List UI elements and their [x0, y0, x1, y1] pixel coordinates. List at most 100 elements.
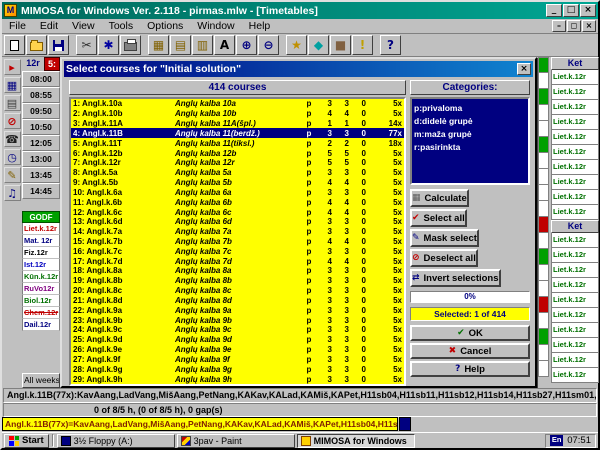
lesson-cell[interactable]: Liet.k.12r [551, 190, 599, 205]
course-row[interactable]: 8: Angl.k.5aAnglų kalba 5ap3305x [71, 168, 404, 178]
timetable-day-cell[interactable] [538, 57, 549, 73]
subject-item[interactable]: Dail.12r [22, 319, 60, 331]
menu-item-view[interactable]: View [65, 20, 102, 32]
grid-icon[interactable]: ▦ [4, 77, 21, 93]
lesson-cell[interactable]: Liet.k.12r [551, 293, 599, 308]
lesson-cell[interactable]: Liet.k.12r [551, 278, 599, 293]
mdi-restore-button[interactable]: ◻ [567, 20, 581, 32]
taskbar-task[interactable]: 3½ Floppy (A:) [57, 434, 175, 448]
course-row[interactable]: 18: Angl.k.8aAnglų kalba 8ap3305x [71, 266, 404, 276]
course-row[interactable]: 21: Angl.k.8dAnglų kalba 8dp3305x [71, 296, 404, 306]
course-row[interactable]: 5: Angl.k.11TAnglų kalba 11(tiksl.)p2201… [71, 138, 404, 148]
course-row[interactable]: 22: Angl.k.9aAnglų kalba 9ap3305x [71, 305, 404, 315]
lesson-cell[interactable]: Liet.k.12r [551, 160, 599, 175]
lesson-cell[interactable]: Liet.k.12r [551, 323, 599, 338]
lesson-cell[interactable]: Liet.k.12r [551, 205, 599, 220]
course-row[interactable]: 6: Angl.k.12bAnglų kalba 12bp5505x [71, 148, 404, 158]
timetable-day-cell[interactable] [538, 89, 549, 105]
time-slot[interactable]: 10:50 [22, 119, 60, 135]
time-slot[interactable]: 09:50 [22, 103, 60, 119]
taskbar-task[interactable]: MIMOSA for Windows [297, 434, 415, 448]
lock-button[interactable]: ■ [330, 35, 351, 55]
timetable-day-cell[interactable] [538, 265, 549, 281]
course-row[interactable]: 11: Angl.k.6bAnglų kalba 6bp4405x [71, 197, 404, 207]
lesson-cell[interactable]: Liet.k.12r [551, 233, 599, 248]
courses-view-button[interactable]: ▤ [170, 35, 191, 55]
course-row[interactable]: 1: Angl.k.10aAnglų kalba 10ap3305x [71, 99, 404, 109]
help-button[interactable]: ?Help [410, 361, 530, 377]
course-row[interactable]: 25: Angl.k.9dAnglų kalba 9dp3305x [71, 335, 404, 345]
course-row[interactable]: 20: Angl.k.8cAnglų kalba 8cp3305x [71, 286, 404, 296]
subject-item[interactable]: Kūn.k.12r [22, 271, 60, 283]
clock-icon[interactable]: ◷ [4, 149, 21, 165]
time-slot[interactable]: 12:05 [22, 135, 60, 151]
timetable-day-cell[interactable] [538, 249, 549, 265]
menu-item-edit[interactable]: Edit [33, 20, 65, 32]
ok-button[interactable]: ✔OK [410, 325, 530, 341]
font-button[interactable]: A [214, 35, 235, 55]
pencil-icon[interactable]: ✎ [4, 167, 21, 183]
subject-item[interactable]: Ist.12r [22, 259, 60, 271]
course-row[interactable]: 12: Angl.k.6cAnglų kalba 6cp4405x [71, 207, 404, 217]
menu-item-options[interactable]: Options [140, 20, 190, 32]
app-icon[interactable]: M [4, 4, 17, 17]
course-row[interactable]: 7: Angl.k.12rAnglų kalba 12rp5505x [71, 158, 404, 168]
course-row[interactable]: 14: Angl.k.7aAnglų kalba 7ap3305x [71, 227, 404, 237]
taskbar-task[interactable]: 3pav - Paint [177, 434, 295, 448]
time-slot[interactable]: 08:00 [22, 71, 60, 87]
lesson-cell[interactable]: Liet.k.12r [551, 115, 599, 130]
time-slot[interactable]: 14:45 [22, 183, 60, 199]
lesson-cell[interactable]: Liet.k.12r [551, 85, 599, 100]
timetable-day-cell[interactable] [538, 313, 549, 329]
zoom-in-button[interactable]: ⊕ [236, 35, 257, 55]
menu-item-help[interactable]: Help [242, 20, 278, 32]
timetable-day-cell[interactable] [538, 217, 549, 233]
subject-item[interactable]: Mat. 12r [22, 235, 60, 247]
invert-selections-button[interactable]: ⇄Invert selections [410, 269, 501, 287]
lesson-cell[interactable]: Liet.k.12r [551, 263, 599, 278]
select-all-button[interactable]: ✔Select all [410, 209, 467, 227]
menu-item-tools[interactable]: Tools [102, 20, 141, 32]
music-icon[interactable]: ♫ [4, 185, 21, 201]
dialog-close-icon[interactable]: × [517, 63, 531, 75]
lesson-cell[interactable]: Liet.k.12r [551, 308, 599, 323]
subject-item[interactable]: Liet.k.12r [22, 223, 60, 235]
lesson-cell[interactable]: Liet.k.12r [551, 338, 599, 353]
timetable-day-cell[interactable] [538, 105, 549, 121]
save-button[interactable] [48, 35, 69, 55]
course-row[interactable]: 4: Angl.k.11BAnglų kalba 11(berdž.)p3307… [71, 128, 404, 138]
time-slot[interactable]: 13:45 [22, 167, 60, 183]
menu-item-file[interactable]: File [2, 20, 33, 32]
lesson-cell[interactable]: Liet.k.12r [551, 175, 599, 190]
help-button[interactable]: ? [380, 35, 401, 55]
optimize-button[interactable]: ★ [286, 35, 307, 55]
timetable-day-cell[interactable] [538, 153, 549, 169]
course-row[interactable]: 10: Angl.k.6aAnglų kalba 6ap3305x [71, 187, 404, 197]
subject-item[interactable]: Biol.12r [22, 295, 60, 307]
timetable-day-cell[interactable] [538, 137, 549, 153]
open-button[interactable] [26, 35, 47, 55]
teachers-view-button[interactable]: ▥ [192, 35, 213, 55]
course-row[interactable]: 19: Angl.k.8bAnglų kalba 8bp3305x [71, 276, 404, 286]
print-button[interactable] [120, 35, 141, 55]
lesson-cell[interactable]: Liet.k.12r [551, 145, 599, 160]
cut-button[interactable]: ✂ [76, 35, 97, 55]
maximize-button[interactable]: □ [563, 4, 579, 17]
course-list[interactable]: 1: Angl.k.10aAnglų kalba 10ap3305x2: Ang… [69, 97, 406, 386]
lesson-cell[interactable]: Liet.k.12r [551, 368, 599, 383]
course-row[interactable]: 2: Angl.k.10bAnglų kalba 10bp4405x [71, 109, 404, 119]
mask-select-button[interactable]: ✎Mask select [410, 229, 479, 247]
cursor-icon[interactable]: ▸ [4, 59, 21, 75]
all-weeks-button[interactable]: All weeks [22, 373, 60, 388]
hint-button[interactable]: ! [352, 35, 373, 55]
start-button[interactable]: Start [4, 434, 49, 448]
course-row[interactable]: 13: Angl.k.6dAnglų kalba 6dp3305x [71, 217, 404, 227]
timetable-day-cell[interactable] [538, 345, 549, 361]
zoom-out-button[interactable]: ⊖ [258, 35, 279, 55]
no-entry-icon[interactable]: ⊘ [4, 113, 21, 129]
timetable-day-cell[interactable] [538, 361, 549, 377]
course-row[interactable]: 3: Angl.k.11AAnglų kalba 11A(špl.)p11014… [71, 119, 404, 129]
new-button[interactable] [4, 35, 25, 55]
cancel-button[interactable]: ✖Cancel [410, 343, 530, 359]
timetable-view-button[interactable]: ▦ [148, 35, 169, 55]
